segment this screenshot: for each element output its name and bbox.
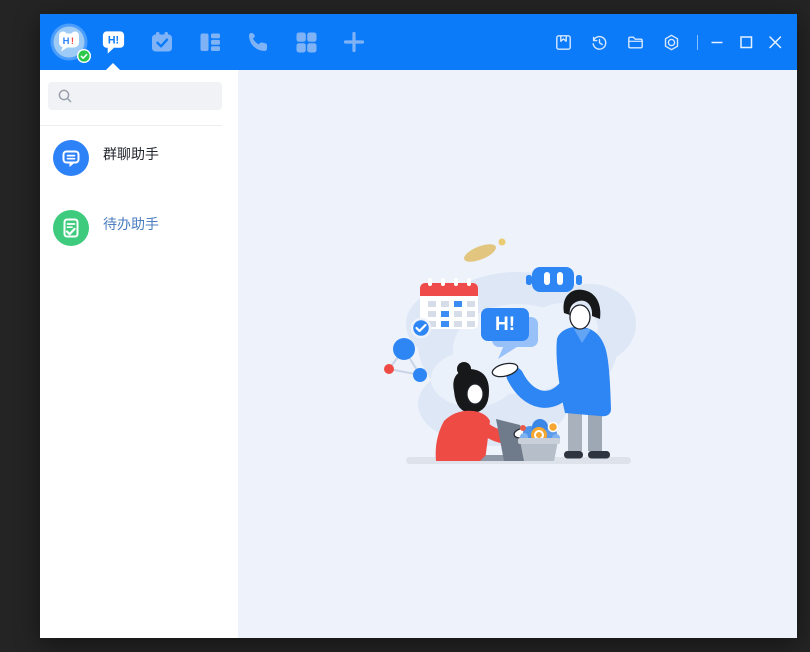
list-item-group-chat-assistant[interactable]: 群聊助手 <box>40 140 238 210</box>
maximize-button[interactable] <box>736 32 756 52</box>
settings-button[interactable] <box>662 33 681 52</box>
phone-icon <box>246 30 270 54</box>
favorites-button[interactable] <box>554 33 573 52</box>
list-item-todo-assistant[interactable]: 待办助手 <box>40 210 238 280</box>
chat-hi-icon: H! <box>100 28 127 56</box>
main-content: H! <box>238 70 797 638</box>
nav-calls-tab[interactable] <box>244 14 271 70</box>
newspaper-icon <box>198 30 222 54</box>
search-icon <box>57 88 73 104</box>
files-button[interactable] <box>626 33 645 52</box>
app-body: 群聊助手 待办助手 <box>40 70 797 638</box>
nav-tasks-tab[interactable] <box>148 14 175 70</box>
minimize-icon <box>707 32 727 52</box>
nav-add-button[interactable] <box>340 14 367 70</box>
flower-box <box>518 419 560 461</box>
plus-icon <box>341 29 367 55</box>
user-avatar[interactable]: H ! <box>50 23 88 61</box>
svg-text:H: H <box>63 36 70 47</box>
app-window: H ! H! <box>40 14 797 638</box>
leaf-icon <box>461 239 505 266</box>
close-icon <box>765 32 785 52</box>
active-tab-notch <box>106 63 120 70</box>
toolbar: H ! H! <box>40 14 797 70</box>
online-status-check-badge-icon <box>77 49 91 63</box>
main-nav: H! <box>100 14 367 70</box>
group-chat-assistant-icon <box>53 140 89 176</box>
welcome-illustration: H! <box>368 229 668 479</box>
app-grid-icon <box>294 30 318 54</box>
toolbar-divider <box>697 35 698 50</box>
maximize-icon <box>736 32 756 52</box>
todo-assistant-icon <box>53 210 89 246</box>
svg-text:!: ! <box>71 36 74 47</box>
conversation-list: 群聊助手 待办助手 <box>40 126 238 280</box>
minimize-button[interactable] <box>707 32 727 52</box>
bookmark-box-icon <box>554 33 573 52</box>
gear-icon <box>662 33 681 52</box>
svg-text:H!: H! <box>108 34 119 46</box>
list-item-label: 待办助手 <box>103 210 159 233</box>
toolbar-right <box>537 32 797 52</box>
calendar-check-icon <box>150 30 174 54</box>
svg-text:H!: H! <box>494 314 514 335</box>
nav-chat-tab[interactable]: H! <box>100 14 127 70</box>
sidebar: 群聊助手 待办助手 <box>40 70 238 638</box>
search-box[interactable] <box>48 82 222 110</box>
desktop-background: H ! H! <box>0 0 810 652</box>
history-clock-icon <box>590 33 609 52</box>
nav-news-tab[interactable] <box>196 14 223 70</box>
folder-icon <box>626 33 645 52</box>
close-button[interactable] <box>765 32 785 52</box>
search-input[interactable] <box>73 82 222 110</box>
calendar-icon <box>412 278 478 337</box>
list-item-label: 群聊助手 <box>103 140 159 163</box>
history-button[interactable] <box>590 33 609 52</box>
nav-apps-tab[interactable] <box>292 14 319 70</box>
